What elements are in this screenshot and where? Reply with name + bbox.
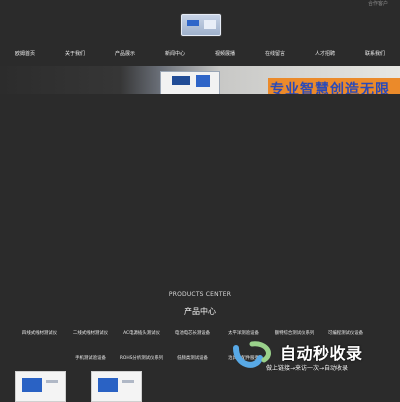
nav-item-products[interactable]: 产品展示: [115, 50, 135, 57]
hero-banner: 专业智慧创造无限: [0, 66, 400, 94]
watermark-subtitle: 做上链接→来访一次→自动收录: [266, 365, 349, 372]
banner-slogan: 专业智慧创造无限: [270, 82, 390, 94]
nav-item-home[interactable]: 欧姆首页: [15, 50, 35, 57]
nav-item-videos[interactable]: 视频展播: [215, 50, 235, 57]
site-logo[interactable]: [181, 14, 221, 36]
category-link[interactable]: 二线式线材测试仪: [65, 330, 116, 336]
banner-machine-screen: [172, 76, 190, 85]
category-link[interactable]: 低频类测试设备: [167, 355, 218, 361]
logo-screen: [187, 20, 199, 26]
main-nav: 欧姆首页 关于我们 产品展示 新闻中心 视频展播 在线留言 人才招聘 联系我们: [0, 44, 400, 62]
product-thumb-bar: [46, 380, 58, 383]
product-thumb-screen: [98, 378, 118, 392]
category-link[interactable]: AC电源插头测试仪: [116, 330, 167, 336]
products-title-en: PRODUCTS CENTER: [168, 291, 232, 298]
nav-item-news[interactable]: 新闻中心: [165, 50, 185, 57]
products-title-cn: 产品中心: [184, 307, 216, 316]
nav-item-contact[interactable]: 联系我们: [365, 50, 385, 57]
watermark-overlay: 自动秒收录 做上链接→来访一次→自动收录: [230, 336, 390, 374]
category-link[interactable]: 四线式线材测试仪: [14, 330, 65, 336]
nav-item-message[interactable]: 在线留言: [265, 50, 285, 57]
product-thumbnail[interactable]: [15, 371, 66, 402]
top-link[interactable]: 合作客户: [368, 0, 388, 7]
nav-item-about[interactable]: 关于我们: [65, 50, 85, 57]
banner-machine-display: [196, 75, 210, 87]
category-link[interactable]: 电池电芯长测设备: [167, 330, 218, 336]
category-link[interactable]: ROHS分析测试仪系列: [116, 355, 167, 361]
nav-item-jobs[interactable]: 人才招聘: [315, 50, 335, 57]
banner-machine-image: [160, 71, 220, 94]
product-thumbnail[interactable]: [91, 371, 142, 402]
product-thumb-bar: [122, 380, 134, 383]
product-thumb-screen: [22, 378, 42, 392]
watermark-title: 自动秒收录: [280, 344, 363, 363]
category-link[interactable]: 手机测试验设备: [65, 355, 116, 361]
logo-panel: [204, 20, 216, 29]
